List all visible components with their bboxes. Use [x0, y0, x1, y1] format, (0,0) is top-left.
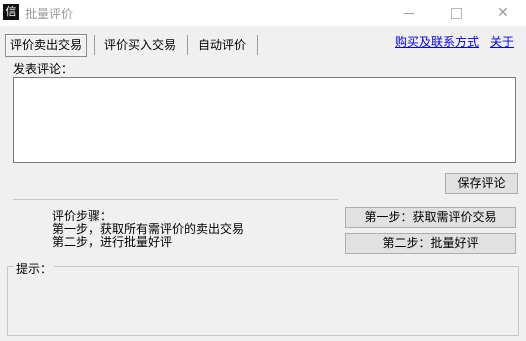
save-comment-button[interactable]: 保存评论	[445, 173, 518, 194]
maximize-icon	[450, 7, 462, 19]
comment-textarea[interactable]	[13, 77, 516, 163]
divider	[13, 199, 338, 200]
steps-text: 评价步骤： 第一步，获取所有需评价的卖出交易 第二步，进行批量好评	[52, 210, 244, 249]
steps-heading: 评价步骤：	[52, 209, 113, 223]
hint-groupbox	[7, 266, 519, 336]
tab-separator	[257, 35, 258, 55]
title-bar: 信 批量评价 ✕	[0, 0, 526, 26]
steps-line-1: 第一步，获取所有需评价的卖出交易	[52, 222, 245, 236]
purchase-contact-link[interactable]: 购买及联系方式	[395, 33, 479, 50]
about-link[interactable]: 关于	[490, 33, 514, 50]
step1-fetch-button[interactable]: 第一步：获取需评价交易	[345, 207, 516, 228]
window-title: 批量评价	[25, 7, 74, 21]
comment-label: 发表评论：	[13, 62, 74, 76]
minimize-button[interactable]	[386, 0, 432, 26]
tab-buy-trades[interactable]: 评价买入交易	[100, 35, 180, 55]
tab-sell-trades[interactable]: 评价卖出交易	[5, 34, 88, 57]
tab-auto-review[interactable]: 自动评价	[194, 35, 250, 55]
maximize-button[interactable]	[433, 0, 479, 26]
step2-batch-review-button[interactable]: 第二步：批量好评	[345, 233, 516, 254]
minimize-icon	[404, 12, 414, 14]
hint-label: 提示：	[14, 260, 55, 277]
close-button[interactable]: ✕	[480, 0, 526, 26]
app-icon: 信	[3, 4, 19, 20]
steps-line-2: 第二步，进行批量好评	[52, 235, 173, 249]
tab-separator	[187, 35, 188, 55]
tab-separator	[94, 35, 95, 55]
close-icon: ✕	[497, 5, 509, 21]
